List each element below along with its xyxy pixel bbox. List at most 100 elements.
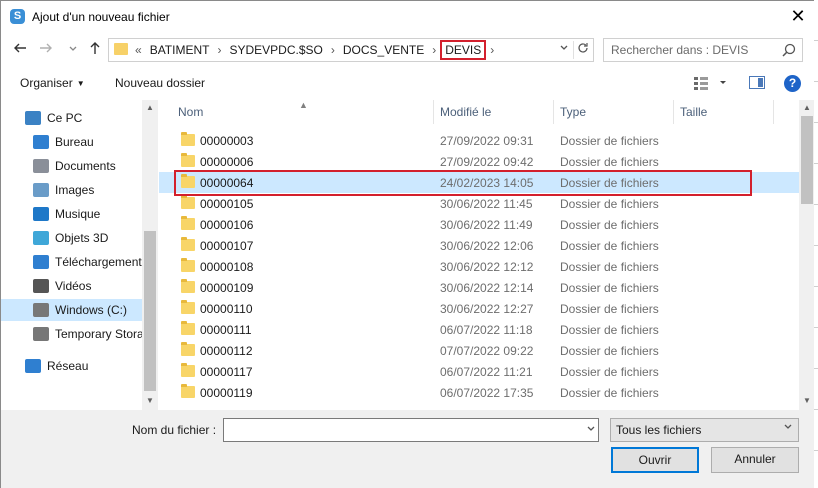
file-row[interactable]: 00000105 30/06/2022 11:45 Dossier de fichi…	[159, 193, 799, 214]
sidebar-scrollbar[interactable]: ▲ ▼	[142, 100, 158, 410]
file-name: 00000105	[200, 197, 254, 211]
sidebar-scroll-thumb[interactable]	[144, 231, 156, 391]
file-row[interactable]: 00000003 27/09/2022 09:31 Dossier de fichi…	[159, 130, 799, 151]
toolbar: Organiser ▼ Nouveau dossier	[1, 67, 815, 99]
file-modified: 06/07/2022 11:18	[440, 323, 533, 337]
caret-down-icon: ▼	[76, 79, 85, 88]
file-type: Dossier de fichiers	[560, 134, 659, 148]
file-row[interactable]: 00000106 30/06/2022 11:49 Dossier de fichi…	[159, 214, 799, 235]
breadcrumb-separator[interactable]: ›	[486, 43, 498, 57]
file-type: Dossier de fichiers	[560, 323, 659, 337]
file-modified: 30/06/2022 12:27	[440, 302, 534, 316]
breadcrumb-batiment[interactable]: BATIMENT	[146, 43, 214, 57]
sidebar-item-label: Windows (C:)	[55, 303, 128, 317]
network-icon	[25, 359, 41, 373]
help-icon[interactable]: ?	[784, 75, 801, 92]
file-row[interactable]: 00000111 06/07/2022 11:18 Dossier de fichi…	[159, 319, 799, 340]
file-modified: 30/06/2022 12:12	[440, 260, 534, 274]
back-button[interactable]	[11, 39, 29, 61]
sidebar-item-label: Documents	[55, 159, 116, 173]
breadcrumb-sydevpdc[interactable]: SYDEVPDC.$SO	[225, 43, 326, 57]
sidebar-item[interactable]: Images	[1, 179, 142, 201]
close-button[interactable]: ✕	[785, 5, 811, 29]
organiser-label: Organiser	[20, 76, 73, 90]
sidebar-item[interactable]: Ce PC	[1, 107, 142, 129]
scroll-down-arrow[interactable]: ▼	[142, 396, 158, 405]
file-row[interactable]: 00000119 06/07/2022 17:35 Dossier de fichi…	[159, 382, 799, 403]
file-row[interactable]: 00000112 07/07/2022 09:22 Dossier de fichi…	[159, 340, 799, 361]
forward-button[interactable]	[37, 39, 55, 61]
file-modified: 30/06/2022 11:45	[440, 197, 533, 211]
file-row[interactable]: 00000107 30/06/2022 12:06 Dossier de fichi…	[159, 235, 799, 256]
column-header-name[interactable]: Nom ▲	[159, 100, 434, 124]
search-input[interactable]	[604, 39, 779, 61]
overflow-chevron[interactable]: «	[131, 43, 146, 57]
breadcrumb-separator[interactable]: ›	[327, 43, 339, 57]
images-icon	[33, 183, 49, 197]
scroll-down-arrow[interactable]: ▼	[799, 396, 815, 405]
sidebar-item[interactable]: Windows (C:)	[1, 299, 142, 321]
sidebar-item[interactable]: Objets 3D	[1, 227, 142, 249]
breadcrumb-separator[interactable]: ›	[213, 43, 225, 57]
organiser-menu[interactable]: Organiser ▼	[20, 76, 85, 90]
chevron-down-icon	[587, 426, 595, 431]
scroll-up-arrow[interactable]: ▲	[142, 103, 158, 112]
folder-icon	[181, 321, 195, 335]
breadcrumb-docs-vente[interactable]: DOCS_VENTE	[339, 43, 428, 57]
file-row[interactable]: 00000108 30/06/2022 12:12 Dossier de fichi…	[159, 256, 799, 277]
breadcrumb-separator[interactable]: ›	[428, 43, 440, 57]
new-folder-button[interactable]: Nouveau dossier	[115, 76, 205, 90]
file-name: 00000112	[200, 344, 253, 358]
cancel-button[interactable]: Annuler	[711, 447, 799, 473]
sidebar-item[interactable]: Documents	[1, 155, 142, 177]
scroll-up-arrow[interactable]: ▲	[799, 103, 815, 112]
refresh-button[interactable]	[573, 41, 591, 59]
file-name: 00000003	[200, 134, 254, 148]
sidebar-item[interactable]: Musique	[1, 203, 142, 225]
sidebar-item-label: Objets 3D	[55, 231, 109, 245]
sidebar-item[interactable]: Réseau	[1, 355, 142, 377]
folder-icon	[181, 237, 195, 251]
desktop-icon	[33, 135, 49, 149]
file-row[interactable]: 00000110 30/06/2022 12:27 Dossier de fichi…	[159, 298, 799, 319]
file-type-filter[interactable]: Tous les fichiers	[610, 418, 799, 442]
folder-icon	[181, 342, 195, 356]
folder-icon	[181, 279, 195, 293]
address-bar[interactable]: « BATIMENT › SYDEVPDC.$SO › DOCS_VENTE ›…	[108, 38, 594, 62]
sidebar-item[interactable]: Vidéos	[1, 275, 142, 297]
file-name: 00000110	[200, 302, 253, 316]
arrow-right-icon	[40, 43, 52, 53]
preview-pane-icon[interactable]	[749, 76, 765, 89]
sidebar-item[interactable]: Bureau	[1, 131, 142, 153]
open-button[interactable]: Ouvrir	[611, 447, 699, 473]
breadcrumb-devis[interactable]: DEVIS	[440, 40, 487, 60]
file-row[interactable]: 00000117 06/07/2022 11:21 Dossier de fichi…	[159, 361, 799, 382]
column-header-size[interactable]: Taille	[674, 100, 774, 124]
folder-icon	[181, 195, 195, 209]
column-header-modified[interactable]: Modifié le	[434, 100, 554, 124]
sidebar-item-label: Bureau	[55, 135, 94, 149]
sidebar-item[interactable]: Temporary Storage	[1, 323, 142, 345]
navigation-pane: Ce PC Bureau Documents Images Musique Objets …	[1, 100, 158, 410]
refresh-icon	[577, 43, 588, 53]
file-row[interactable]: 00000109 30/06/2022 12:14 Dossier de fichi…	[159, 277, 799, 298]
file-list-scrollbar[interactable]: ▲ ▼	[799, 100, 815, 410]
view-options-icon[interactable]	[693, 76, 727, 90]
column-header-type[interactable]: Type	[554, 100, 674, 124]
folder-icon	[181, 132, 195, 146]
sidebar-item-label: Ce PC	[47, 111, 83, 125]
computer-icon	[25, 111, 41, 125]
file-name: 00000106	[200, 218, 254, 232]
sidebar-item-label: Téléchargements	[55, 255, 142, 269]
search-icon[interactable]	[781, 42, 797, 58]
recent-locations-button[interactable]	[64, 39, 82, 61]
sidebar-item[interactable]: Téléchargements	[1, 251, 142, 273]
filename-input[interactable]	[223, 418, 599, 442]
title-bar: S Ajout d'un nouveau fichier ✕	[1, 1, 815, 33]
file-row[interactable]: 00000006 27/09/2022 09:42 Dossier de fichi…	[159, 151, 799, 172]
search-box[interactable]	[603, 38, 803, 62]
up-button[interactable]	[86, 39, 104, 61]
file-list-scroll-thumb[interactable]	[801, 116, 813, 204]
address-history-button[interactable]	[555, 41, 573, 59]
sidebar-item-label: Temporary Storage	[55, 327, 142, 341]
